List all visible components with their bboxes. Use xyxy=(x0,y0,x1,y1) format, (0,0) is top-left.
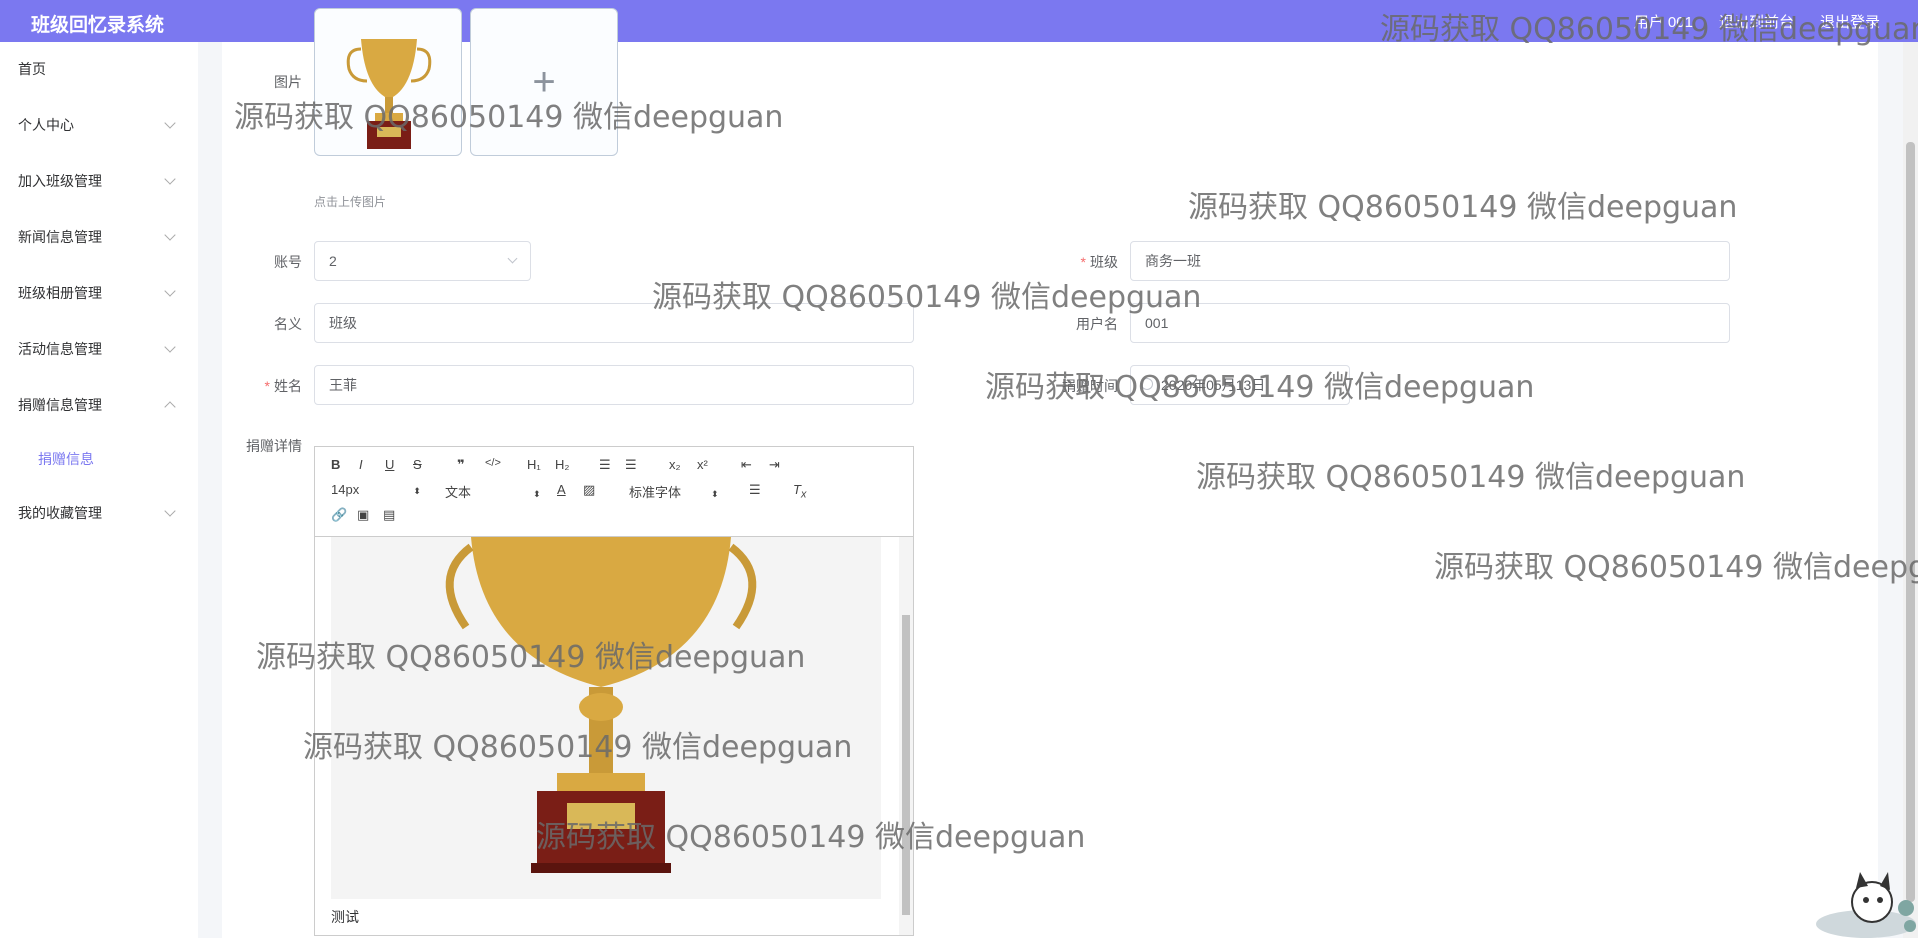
sidebar-item-label: 活动信息管理 xyxy=(18,341,102,357)
ordered-list-icon[interactable]: ☰ xyxy=(599,457,611,473)
sidebar-item-label: 加入班级管理 xyxy=(18,173,102,189)
name-value: 王菲 xyxy=(329,377,357,393)
time-value: 2020年05月13日 xyxy=(1161,377,1266,393)
scrollbar-thumb[interactable] xyxy=(1906,142,1915,902)
align-icon[interactable]: ☰ xyxy=(749,482,761,498)
username-field[interactable]: 001 xyxy=(1130,303,1730,343)
uploaded-image-thumb[interactable] xyxy=(314,8,462,156)
content-image xyxy=(331,537,881,899)
name-label: * 姓名 xyxy=(264,378,302,394)
upload-add-button[interactable]: + xyxy=(470,8,618,156)
mascot-avatar xyxy=(1816,872,1916,938)
class-field[interactable]: 商务一班 xyxy=(1130,241,1730,281)
detail-label: 捐赠详情 xyxy=(246,438,302,454)
heading1-icon[interactable]: H₁ xyxy=(527,457,541,472)
block-type-select[interactable]: 文本 ⬍ xyxy=(445,482,541,501)
clock-icon xyxy=(1141,378,1153,390)
chevron-down-icon xyxy=(164,341,176,353)
content-text: 测试 xyxy=(331,909,359,925)
video-icon[interactable]: ▤ xyxy=(383,507,395,523)
trophy-image xyxy=(445,537,757,873)
chevron-down-icon xyxy=(164,229,176,241)
chevron-up-icon xyxy=(164,401,176,413)
outdent-icon[interactable]: ⇤ xyxy=(741,457,752,473)
time-picker[interactable]: 2020年05月13日 xyxy=(1130,365,1350,405)
sidebar-item-donation[interactable]: 捐赠信息管理 xyxy=(0,390,198,420)
title-field[interactable]: 班级 xyxy=(314,303,914,343)
bold-icon[interactable]: B xyxy=(331,457,340,472)
chevron-down-icon xyxy=(164,285,176,297)
indent-icon[interactable]: ⇥ xyxy=(769,457,780,473)
heading2-icon[interactable]: H₂ xyxy=(555,457,569,472)
blockquote-icon[interactable]: ❞ xyxy=(457,457,465,473)
goto-frontend-link[interactable]: 退出到前台 xyxy=(1719,11,1794,32)
sidebar-item-activity[interactable]: 活动信息管理 xyxy=(0,334,198,364)
sidebar-item-label: 我的收藏管理 xyxy=(18,505,102,521)
class-value: 商务一班 xyxy=(1145,253,1201,269)
sidebar-item-news[interactable]: 新闻信息管理 xyxy=(0,222,198,252)
editor-toolbar: B I U S ❞ </> H₁ H₂ ☰ ☰ x₂ x² ⇤ ⇥ 14px ⬍ … xyxy=(315,447,913,537)
font-family-select[interactable]: 标准字体 ⬍ xyxy=(629,482,719,501)
superscript-icon[interactable]: x² xyxy=(697,457,708,472)
sidebar-item-home[interactable]: 首页 xyxy=(0,54,198,84)
link-icon[interactable]: 🔗 xyxy=(331,507,347,523)
sidebar-item-label: 新闻信息管理 xyxy=(18,229,102,245)
bullet-list-icon[interactable]: ☰ xyxy=(625,457,637,473)
rich-text-editor[interactable]: B I U S ❞ </> H₁ H₂ ☰ ☰ x₂ x² ⇤ ⇥ 14px ⬍ … xyxy=(314,446,914,936)
upload-hint: 点击上传图片 xyxy=(314,195,387,209)
sidebar-item-label: 首页 xyxy=(18,61,46,77)
plus-icon: + xyxy=(532,59,556,104)
clear-format-icon[interactable]: Tx xyxy=(793,482,806,501)
strike-icon[interactable]: S xyxy=(413,457,422,472)
time-label: 捐赠时间 xyxy=(1062,378,1118,394)
subscript-icon[interactable]: x₂ xyxy=(669,457,681,472)
chevron-down-icon xyxy=(507,253,518,264)
account-value: 2 xyxy=(329,253,337,269)
account-select[interactable]: 2 xyxy=(314,241,531,281)
sidebar-item-label: 个人中心 xyxy=(18,117,74,133)
header-actions: 用户 001 退出到前台 退出登录 xyxy=(1634,11,1880,32)
logout-link[interactable]: 退出登录 xyxy=(1820,11,1880,32)
sidebar-subitem-label: 捐赠信息 xyxy=(38,451,94,467)
chevron-down-icon xyxy=(164,173,176,185)
sidebar-subitem-donation-info[interactable]: 捐赠信息 xyxy=(0,444,198,474)
italic-icon[interactable]: I xyxy=(359,457,363,472)
username-label: 用户名 xyxy=(1076,316,1118,332)
font-size-select[interactable]: 14px ⬍ xyxy=(331,482,421,497)
chevron-down-icon xyxy=(164,117,176,129)
code-icon[interactable]: </> xyxy=(485,457,501,469)
sidebar-item-personal-center[interactable]: 个人中心 xyxy=(0,110,198,140)
font-color-icon[interactable]: A xyxy=(557,482,566,497)
title-label: 名义 xyxy=(274,316,302,332)
background-color-icon[interactable]: ▨ xyxy=(583,482,595,498)
trophy-image xyxy=(346,39,432,149)
sidebar-item-label: 捐赠信息管理 xyxy=(18,397,102,413)
class-label: * 班级 xyxy=(1080,254,1118,270)
account-label: 账号 xyxy=(274,254,302,270)
editor-scrollbar[interactable] xyxy=(899,537,913,935)
app-title: 班级回忆录系统 xyxy=(31,15,165,36)
underline-icon[interactable]: U xyxy=(385,457,394,472)
sidebar-item-label: 班级相册管理 xyxy=(18,285,102,301)
sidebar-item-join-class[interactable]: 加入班级管理 xyxy=(0,166,198,196)
title-value: 班级 xyxy=(329,315,357,331)
image-icon[interactable]: ▣ xyxy=(357,507,369,523)
top-header: 班级回忆录系统 用户 001 退出到前台 退出登录 xyxy=(0,0,1918,42)
image-label: 图片 xyxy=(274,74,302,90)
name-field[interactable]: 王菲 xyxy=(314,365,914,405)
current-user: 用户 001 xyxy=(1633,14,1693,31)
editor-content[interactable]: 测试 xyxy=(315,537,899,935)
chevron-down-icon xyxy=(164,505,176,517)
username-value: 001 xyxy=(1145,315,1169,331)
sidebar: 首页 个人中心 加入班级管理 新闻信息管理 班级相册管理 活动信息管理 捐赠信息… xyxy=(0,42,198,938)
page-scrollbar[interactable] xyxy=(1903,42,1918,938)
sidebar-item-favorites[interactable]: 我的收藏管理 xyxy=(0,498,198,528)
sidebar-item-album[interactable]: 班级相册管理 xyxy=(0,278,198,308)
